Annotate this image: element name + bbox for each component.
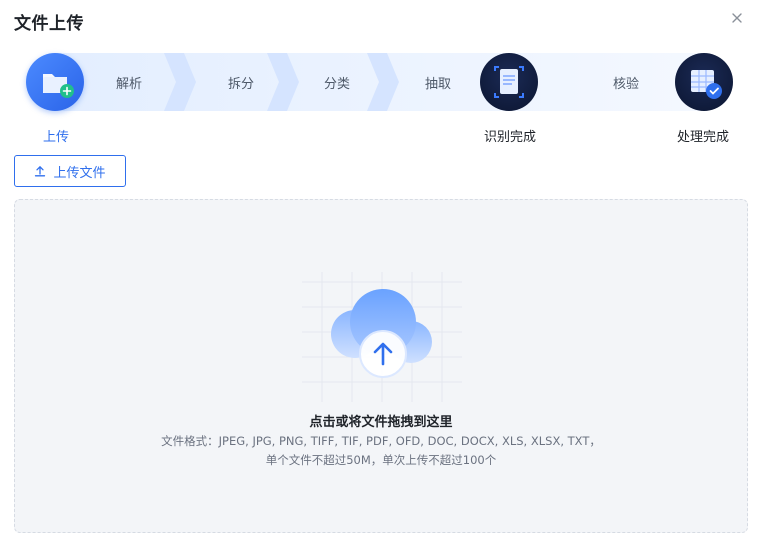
step-recognized-caption: 识别完成	[484, 130, 537, 145]
step-split-label: 拆分	[228, 77, 255, 92]
dropzone-title: 点击或将文件拖拽到这里	[309, 415, 453, 430]
upload-arrow-icon	[35, 165, 46, 177]
close-icon[interactable]	[730, 11, 744, 25]
file-dropzone[interactable]: 点击或将文件拖拽到这里 文件格式：JPEG, JPG, PNG, TIFF, T…	[14, 199, 748, 533]
step-upload-caption: 上传	[43, 130, 70, 145]
step-verify-label: 核验	[613, 77, 640, 92]
cloud-upload-icon	[302, 272, 462, 402]
dialog-title: 文件上传	[14, 14, 84, 34]
dropzone-formats: 文件格式：JPEG, JPG, PNG, TIFF, TIF, PDF, OFD…	[161, 434, 601, 448]
step-recognized-icon	[480, 53, 538, 111]
step-processed-icon	[675, 53, 733, 111]
upload-file-button[interactable]: 上传文件	[14, 155, 126, 187]
steps-bar: 解析 拆分 分类 抽取 核验	[24, 53, 736, 111]
step-parse-label: 解析	[116, 77, 143, 92]
step-extract-label: 抽取	[425, 77, 452, 92]
dropzone-limits: 单个文件不超过50M，单次上传不超过100个	[265, 453, 497, 467]
upload-file-label: 上传文件	[53, 165, 106, 181]
step-upload-icon	[26, 53, 84, 111]
step-classify-label: 分类	[324, 77, 351, 92]
step-processed-caption: 处理完成	[677, 130, 730, 145]
